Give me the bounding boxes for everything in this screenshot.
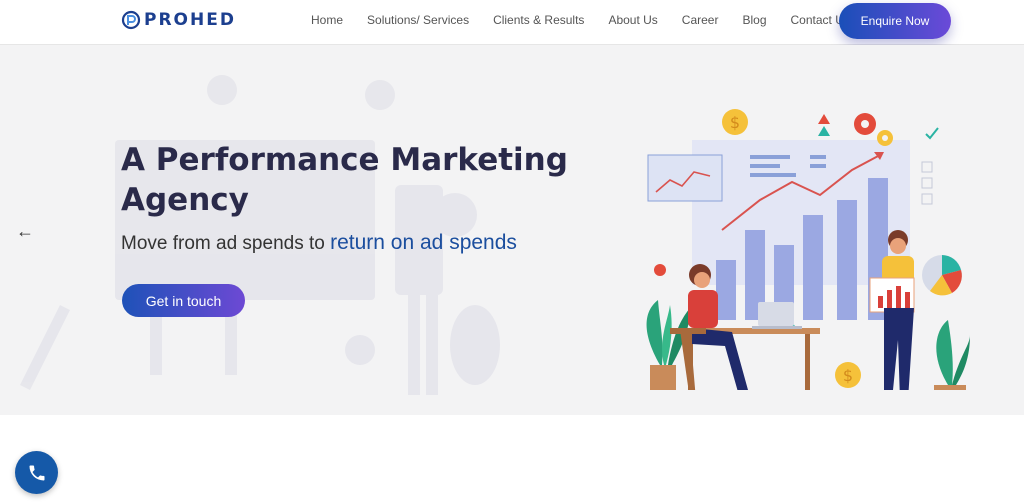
get-in-touch-button[interactable]: Get in touch — [122, 284, 245, 317]
phone-icon — [29, 465, 44, 480]
main-nav: Home Solutions/ Services Clients & Resul… — [311, 13, 874, 27]
svg-text:$: $ — [843, 366, 853, 385]
nav-blog[interactable]: Blog — [742, 13, 766, 27]
hero-subtitle-highlight: return on ad spends — [330, 231, 517, 254]
logo[interactable]: PROHED — [121, 10, 236, 30]
hero-subtitle-prefix: Move from ad spends to — [121, 233, 325, 254]
hero-illustration: $ $ — [646, 109, 970, 390]
logo-text: PROHED — [144, 10, 236, 30]
enquire-now-button[interactable]: Enquire Now — [839, 3, 951, 39]
arrow-left-icon[interactable]: ← — [16, 221, 34, 242]
nav-career[interactable]: Career — [682, 13, 719, 27]
svg-text:$: $ — [730, 113, 740, 132]
nav-clients-results[interactable]: Clients & Results — [493, 13, 584, 27]
site-header: PROHED Home Solutions/ Services Clients … — [0, 0, 1024, 45]
logo-icon — [121, 10, 141, 30]
hero-title: A Performance Marketing Agency — [121, 142, 568, 218]
nav-about-us[interactable]: About Us — [608, 13, 657, 27]
hero-subtitle: Move from ad spends to return on ad spen… — [121, 231, 517, 255]
nav-solutions-services[interactable]: Solutions/ Services — [367, 13, 469, 27]
hero-slider: ← A Performance Marketing Agency Move fr… — [0, 45, 1024, 415]
background-illustration — [20, 75, 500, 395]
nav-home[interactable]: Home — [311, 13, 343, 27]
call-button[interactable] — [15, 451, 58, 494]
